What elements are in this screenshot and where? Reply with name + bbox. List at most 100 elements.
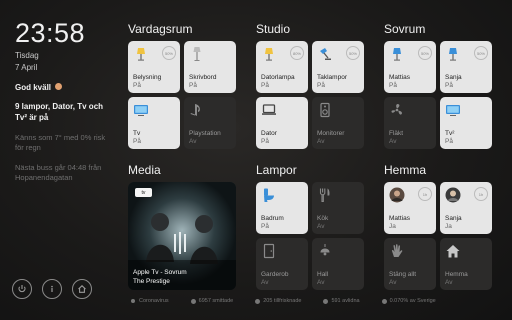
tile-state: På	[189, 82, 197, 89]
footer-deceased: 205 tillfrisknade	[255, 298, 301, 304]
power-icon[interactable]	[12, 279, 32, 299]
tile-tv[interactable]: Tv På	[128, 97, 180, 149]
media-source: Apple Tv - Sovrum	[133, 269, 187, 276]
tile-belysning[interactable]: 50% Belysning På	[128, 41, 180, 93]
tile-name: Stäng allt	[389, 271, 417, 278]
home-icon[interactable]	[72, 279, 92, 299]
tile-state: På	[317, 82, 325, 89]
laptop-icon	[262, 104, 276, 115]
tile-badrum[interactable]: Badrum På	[256, 182, 308, 234]
door-icon	[263, 243, 275, 259]
lamp-icon	[320, 244, 330, 256]
group-studio: Studio 80% Datorlampa På 50% Taklampor P…	[256, 22, 364, 149]
tile-state: På	[261, 223, 269, 230]
tile-playstation[interactable]: Playstation Av	[184, 97, 236, 149]
moon-icon	[55, 83, 63, 90]
tile-state: Ja	[389, 223, 396, 230]
tile-state: Av	[189, 138, 197, 145]
tile-hemma[interactable]: Hemma Av	[440, 238, 492, 290]
group-title: Lampor	[256, 163, 297, 177]
avatar	[389, 187, 405, 203]
date: 7 April	[15, 63, 38, 72]
tile-sanja-lamp[interactable]: 50% Sanja På	[440, 41, 492, 93]
group-media: Media tv Apple Tv - Sovrum The Prestige	[128, 163, 236, 290]
media-player-card[interactable]: tv Apple Tv - Sovrum The Prestige	[128, 182, 236, 290]
tile-name: Badrum	[261, 215, 284, 222]
tile-datorlampa[interactable]: 80% Datorlampa På	[256, 41, 308, 93]
footer-deaths: 591 avlidna	[323, 298, 360, 304]
tile-name: Belysning	[133, 74, 162, 81]
covid-footer: Coronavirus 6957 smittade 205 tillfriskn…	[130, 298, 436, 304]
tile-dator[interactable]: Dator På	[256, 97, 308, 149]
tile-mattias-lamp[interactable]: 50% Mattias På	[384, 41, 436, 93]
brightness-badge[interactable]: 80%	[290, 46, 304, 60]
tile-monitorer[interactable]: Monitorer Av	[312, 97, 364, 149]
group-sovrum: Sovrum 50% Mattias På 50% Sanja På Fläkt…	[384, 22, 492, 149]
recovered-icon	[255, 298, 261, 304]
tile-name: Datorlampa	[261, 74, 295, 81]
tile-stang-allt[interactable]: Stäng allt Av	[384, 238, 436, 290]
tile-name: Mattias	[389, 74, 410, 81]
group-hemma: Hemma 1h Mattias Ja 1h Sanja Ja Stäng al…	[384, 163, 492, 290]
brightness-badge[interactable]: 50%	[162, 46, 176, 60]
time-badge: 1h	[474, 187, 488, 201]
tile-name: Tv	[133, 130, 141, 137]
info-panel: 23:58 Tisdag 7 April God kväll 9 lampor,…	[15, 18, 115, 183]
weekday: Tisdag	[15, 51, 39, 60]
wave-hand-icon	[391, 244, 403, 257]
tile-name: Skrivbord	[189, 74, 217, 81]
time-badge: 1h	[418, 187, 432, 201]
playstation-icon	[190, 104, 200, 116]
tile-state: Av	[317, 223, 325, 230]
brightness-badge[interactable]: 50%	[346, 46, 360, 60]
speaker-icon	[320, 102, 330, 118]
tile-taklampor[interactable]: 50% Taklampor På	[312, 41, 364, 93]
apple-tv-badge: tv	[135, 188, 152, 197]
tile-state: På	[445, 138, 453, 145]
tile-name: Hall	[317, 271, 329, 278]
brightness-badge[interactable]: 50%	[418, 46, 432, 60]
tile-state: På	[445, 82, 453, 89]
tile-name: Tv²	[445, 130, 455, 137]
fan-icon	[391, 103, 403, 115]
lamp-icon	[137, 48, 145, 61]
status-summary: 9 lampor, Dator, Tv och Tv² är på	[15, 102, 104, 122]
toilet-icon	[264, 188, 274, 202]
tile-name: Hemma	[445, 271, 468, 278]
footer-deaths-text: 591 avlidna	[331, 298, 360, 304]
tile-state: På	[389, 82, 397, 89]
tv-icon	[134, 105, 148, 116]
tile-flakt[interactable]: Fläkt Av	[384, 97, 436, 149]
group-title: Sovrum	[384, 22, 426, 36]
tile-name: Mattias	[389, 215, 410, 222]
info-icon[interactable]	[42, 279, 62, 299]
tile-state: Av	[445, 279, 453, 286]
tile-state: Ja	[445, 223, 452, 230]
footer-percent-text: 0.070% av Sverige	[389, 298, 436, 304]
infected-icon	[190, 298, 196, 304]
greeting-text: God kväll	[15, 83, 52, 92]
tile-hall[interactable]: Hall Av	[312, 238, 364, 290]
tile-skrivbord[interactable]: Skrivbord På	[184, 41, 236, 93]
greeting: God kväll	[15, 83, 115, 92]
group-title: Hemma	[384, 163, 427, 177]
percent-icon	[381, 298, 387, 304]
tile-name: Garderob	[261, 271, 289, 278]
tile-garderob[interactable]: Garderob Av	[256, 238, 308, 290]
tile-name: Taklampor	[317, 74, 347, 81]
tile-name: Sanja	[445, 74, 462, 81]
tile-person-sanja[interactable]: 1h Sanja Ja	[440, 182, 492, 234]
tile-name: Playstation	[189, 130, 221, 137]
footer-corona: Coronavirus	[130, 298, 169, 304]
tile-name: Kök	[317, 215, 329, 222]
tile-name: Sanja	[445, 215, 462, 222]
group-title: Vardagsrum	[128, 22, 193, 36]
deaths-icon	[323, 298, 329, 304]
tile-kok[interactable]: Kök Av	[312, 182, 364, 234]
home-icon	[446, 245, 460, 258]
tile-person-mattias[interactable]: 1h Mattias Ja	[384, 182, 436, 234]
brightness-badge[interactable]: 50%	[474, 46, 488, 60]
tile-tv2[interactable]: Tv² På	[440, 97, 492, 149]
group-vardagsrum: Vardagsrum 50% Belysning På Skrivbord På…	[128, 22, 236, 149]
weather-text: Känns som 7° med 0% risk för regn	[15, 133, 106, 152]
